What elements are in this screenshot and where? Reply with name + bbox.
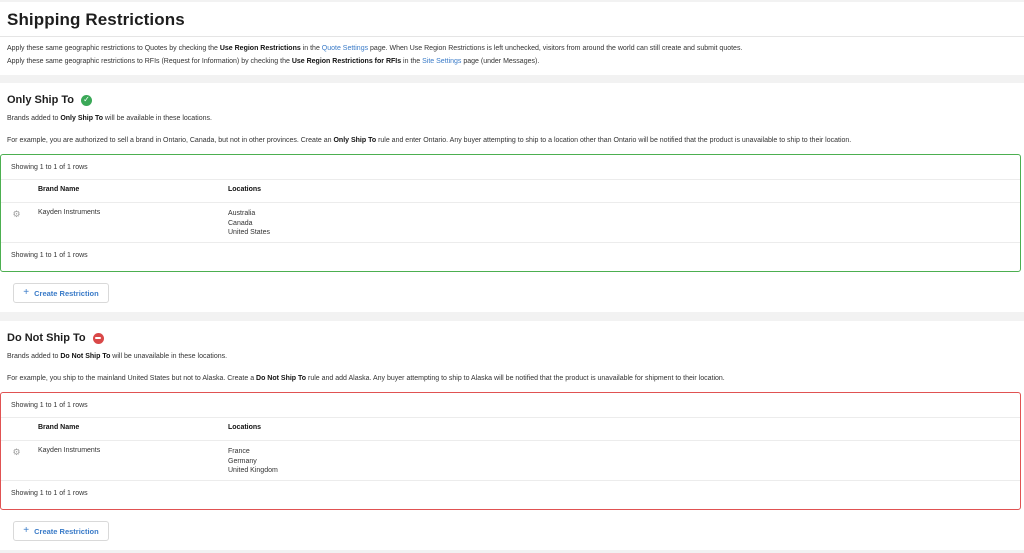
example-text: For example, you ship to the mainland Un… <box>7 375 257 382</box>
desc-bold: Do Not Ship To <box>60 353 111 360</box>
intro-text: page (under Messages). <box>461 58 540 65</box>
example-text: rule and enter Ontario. Any buyer attemp… <box>376 137 852 144</box>
example-bold: Do Not Ship To <box>256 375 307 382</box>
restriction-table: Showing 1 to 1 of 1 rows Brand Name Loca… <box>0 392 1021 510</box>
table-cell-locations: France Germany United Kingdom <box>228 447 278 476</box>
site-settings-link[interactable]: Site Settings <box>422 58 461 65</box>
page-title: Shipping Restrictions <box>7 10 185 29</box>
header-card: Shipping Restrictions Apply these same g… <box>0 2 1024 75</box>
table-cell-brand: Kayden Instruments <box>38 447 101 454</box>
location-item: Canada <box>228 219 253 227</box>
desc-text: will be unavailable in these locations. <box>110 353 228 360</box>
button-label: Create Restriction <box>34 526 99 536</box>
location-item: France <box>228 448 250 455</box>
column-header-locations[interactable]: Locations <box>228 424 261 431</box>
section-title: Do Not Ship To <box>7 332 104 344</box>
intro-text: in the <box>401 58 423 65</box>
desc-text: Brands added to <box>7 115 61 122</box>
desc-bold: Only Ship To <box>60 115 103 122</box>
gear-icon[interactable]: ⚙ <box>12 210 21 219</box>
section-description: Brands added to Do Not Ship To will be u… <box>7 353 227 360</box>
do-not-ship-to-section: Do Not Ship To Brands added to Do Not Sh… <box>0 321 1024 550</box>
intro-text: page. When Use Region Restrictions is le… <box>368 45 743 52</box>
check-circle-icon: ✓ <box>81 94 93 106</box>
location-item: United States <box>228 229 271 236</box>
rows-info-bottom: Showing 1 to 1 of 1 rows <box>11 490 88 497</box>
divider <box>1 417 1020 418</box>
divider <box>0 36 1024 37</box>
divider <box>1 179 1020 180</box>
create-restriction-button[interactable]: + Create Restriction <box>13 521 109 541</box>
plus-icon: + <box>23 525 30 536</box>
divider <box>1 480 1020 481</box>
no-entry-icon <box>92 332 104 344</box>
location-item: Germany <box>228 457 257 465</box>
column-header-brand[interactable]: Brand Name <box>38 186 79 193</box>
divider <box>1 242 1020 243</box>
column-header-locations[interactable]: Locations <box>228 186 261 193</box>
section-description: Brands added to Only Ship To will be ava… <box>7 115 212 122</box>
rows-info-bottom: Showing 1 to 1 of 1 rows <box>11 252 88 259</box>
gear-icon[interactable]: ⚙ <box>12 448 21 457</box>
divider <box>1 202 1020 203</box>
restriction-table: Showing 1 to 1 of 1 rows Brand Name Loca… <box>0 154 1021 272</box>
intro-text: Apply these same geographic restrictions… <box>7 45 220 52</box>
plus-icon: + <box>23 287 30 298</box>
intro-text: in the <box>300 45 322 52</box>
rows-info-top: Showing 1 to 1 of 1 rows <box>11 164 88 171</box>
section-example: For example, you are authorized to sell … <box>7 137 851 144</box>
only-ship-to-section: Only Ship To ✓ Brands added to Only Ship… <box>0 83 1024 312</box>
divider <box>1 440 1020 441</box>
create-restriction-button[interactable]: + Create Restriction <box>13 283 109 303</box>
example-text: rule and add Alaska. Any buyer attemptin… <box>306 375 725 382</box>
page: Shipping Restrictions Apply these same g… <box>0 0 1024 553</box>
section-title-text: Do Not Ship To <box>7 332 86 344</box>
section-example: For example, you ship to the mainland Un… <box>7 375 725 382</box>
desc-text: Brands added to <box>7 353 61 360</box>
intro-bold: Use Region Restrictions <box>219 45 301 52</box>
location-item: United Kingdom <box>228 467 278 474</box>
desc-text: will be available in these locations. <box>102 115 212 122</box>
example-text: For example, you are authorized to sell … <box>7 137 334 144</box>
section-title: Only Ship To ✓ <box>7 94 93 106</box>
column-header-brand[interactable]: Brand Name <box>38 424 79 431</box>
button-label: Create Restriction <box>34 288 99 298</box>
intro-text: Apply these same geographic restrictions… <box>7 58 292 65</box>
example-bold: Only Ship To <box>333 137 377 144</box>
rows-info-top: Showing 1 to 1 of 1 rows <box>11 402 88 409</box>
intro-rfis: Apply these same geographic restrictions… <box>7 58 539 65</box>
intro-quotes: Apply these same geographic restrictions… <box>7 45 742 52</box>
quote-settings-link[interactable]: Quote Settings <box>322 45 368 52</box>
intro-bold: Use Region Restrictions for RFIs <box>291 58 402 65</box>
location-item: Australia <box>228 210 256 217</box>
table-cell-locations: Australia Canada United States <box>228 209 270 238</box>
section-title-text: Only Ship To <box>7 94 75 106</box>
table-cell-brand: Kayden Instruments <box>38 209 101 216</box>
